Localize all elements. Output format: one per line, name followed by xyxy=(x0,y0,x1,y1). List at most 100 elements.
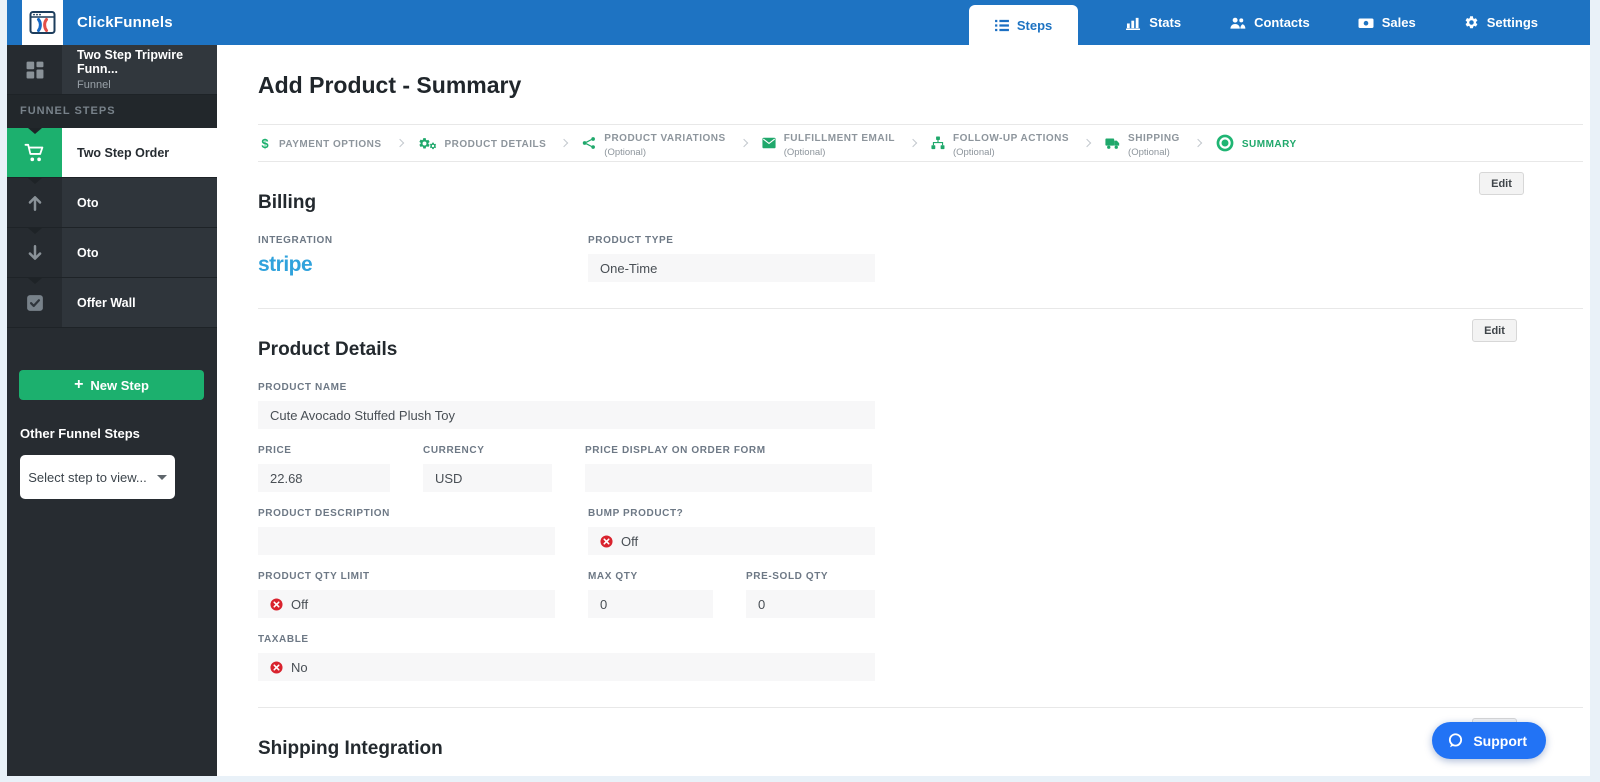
price-display-label: PRICE DISPLAY ON ORDER FORM xyxy=(585,445,766,456)
gears-icon xyxy=(418,137,437,150)
status-text: Off xyxy=(291,596,309,612)
sidebar-step-oto-1[interactable]: Oto xyxy=(7,178,217,228)
wizard-step-label: FULFILLMENT EMAIL xyxy=(783,133,895,144)
description-label: PRODUCT DESCRIPTION xyxy=(258,508,390,519)
share-nodes-icon xyxy=(583,137,596,149)
app-window: ClickFunnels Steps Stats Contacts Sales … xyxy=(7,0,1590,776)
support-button[interactable]: Support xyxy=(1432,722,1546,759)
clickfunnels-logo[interactable] xyxy=(22,0,63,45)
tab-steps[interactable]: Steps xyxy=(968,5,1079,45)
envelope-icon xyxy=(762,137,776,149)
wizard-step-label: PRODUCT VARIATIONS xyxy=(604,133,726,144)
wizard-step-shipping[interactable]: SHIPPING (Optional) xyxy=(1105,128,1180,158)
bump-product-value: Off xyxy=(588,527,875,555)
max-qty-group: MAX QTY 0 xyxy=(588,571,713,618)
sidebar-step-oto-2[interactable]: Oto xyxy=(7,228,217,278)
wizard-step-label: FOLLOW-UP ACTIONS xyxy=(952,133,1070,144)
status-text: Off xyxy=(621,533,639,549)
wizard-step-label: PRODUCT DETAILS xyxy=(444,139,547,150)
wizard-step-label: SHIPPING xyxy=(1128,133,1180,144)
max-qty-label: MAX QTY xyxy=(588,571,638,582)
step-label: Oto xyxy=(62,228,217,277)
step-label: Two Step Order xyxy=(62,128,217,177)
grid-icon xyxy=(26,61,43,78)
bump-product-label: BUMP PRODUCT? xyxy=(588,508,684,519)
funnel-header[interactable]: Two Step Tripwire Funn... Funnel xyxy=(7,45,217,95)
description-value xyxy=(258,527,555,555)
wizard-step-fulfillment-email[interactable]: FULFILLMENT EMAIL (Optional) xyxy=(762,128,895,158)
tab-contacts[interactable]: Contacts xyxy=(1229,15,1310,30)
price-group: PRICE 22.68 xyxy=(258,445,390,492)
product-name-label: PRODUCT NAME xyxy=(258,382,347,393)
tab-label: Steps xyxy=(1016,17,1053,33)
plus-icon: + xyxy=(74,376,84,393)
currency-group: CURRENCY USD xyxy=(423,445,552,492)
wizard-step-optional: (Optional) xyxy=(952,147,995,158)
new-step-button[interactable]: + New Step xyxy=(19,370,204,400)
currency-label: CURRENCY xyxy=(423,445,485,456)
chevron-right-icon xyxy=(1082,138,1092,148)
sidebar-step-two-step-order[interactable]: Two Step Order xyxy=(7,128,217,178)
funnel-title: Two Step Tripwire Funn... xyxy=(77,48,184,76)
step-select-dropdown[interactable]: Select step to view... xyxy=(20,455,175,499)
gear-icon xyxy=(1465,16,1478,29)
clock-icon xyxy=(1216,134,1234,152)
max-qty-value: 0 xyxy=(588,590,713,618)
main-tabs: Steps Stats Contacts Sales Settings xyxy=(968,0,1538,45)
taxable-value: No xyxy=(258,653,875,681)
qty-limit-label: PRODUCT QTY LIMIT xyxy=(258,571,370,582)
shipping-heading: Shipping Integration xyxy=(258,738,443,759)
product-type-value: One-Time xyxy=(588,254,875,282)
taxable-label: TAXABLE xyxy=(258,634,309,645)
product-type-label: PRODUCT TYPE xyxy=(588,235,674,246)
presold-qty-group: PRE-SOLD QTY 0 xyxy=(746,571,875,618)
qty-limit-value: Off xyxy=(258,590,555,618)
shipping-integration-section: Edit Shipping Integration INTEGRATION S … xyxy=(258,707,1583,776)
circle-x-icon xyxy=(270,597,283,611)
wizard-step-payment-options[interactable]: $ PAYMENT OPTIONS xyxy=(259,134,382,152)
chat-bubble-icon xyxy=(1449,733,1463,748)
billing-section: Edit Billing INTEGRATION stripe PRODUCT … xyxy=(258,162,1590,308)
wizard-step-follow-up-actions[interactable]: FOLLOW-UP ACTIONS (Optional) xyxy=(931,128,1069,158)
description-group: PRODUCT DESCRIPTION xyxy=(258,508,555,555)
stripe-logo: stripe xyxy=(258,253,313,276)
sidebar-step-offer-wall[interactable]: Offer Wall xyxy=(7,278,217,328)
tab-sales[interactable]: Sales xyxy=(1358,15,1416,30)
wizard-step-summary[interactable]: SUMMARY xyxy=(1216,134,1297,152)
step-select-value: Select step to view... xyxy=(28,469,147,485)
funnel-header-icon-cell xyxy=(7,45,62,94)
wizard-step-product-variations[interactable]: PRODUCT VARIATIONS (Optional) xyxy=(582,128,725,158)
clickfunnels-logo-icon xyxy=(29,11,56,34)
chevron-right-icon xyxy=(1193,138,1203,148)
new-step-label: New Step xyxy=(90,377,149,393)
presold-qty-label: PRE-SOLD QTY xyxy=(746,571,829,582)
funnel-sidebar: Two Step Tripwire Funn... Funnel FUNNEL … xyxy=(7,45,217,776)
dollar-icon: $ xyxy=(261,135,269,151)
step-icon-cell xyxy=(7,178,62,227)
arrow-up-icon xyxy=(28,195,41,211)
wizard-step-optional: (Optional) xyxy=(604,147,646,158)
step-label: Offer Wall xyxy=(62,278,217,327)
chevron-right-icon xyxy=(395,138,404,148)
checkbox-icon xyxy=(26,294,43,311)
wizard-step-optional: (Optional) xyxy=(783,147,826,158)
product-name-group: PRODUCT NAME Cute Avocado Stuffed Plush … xyxy=(258,382,875,429)
product-details-section: Edit Product Details PRODUCT NAME Cute A… xyxy=(258,308,1583,707)
chevron-down-icon xyxy=(156,474,167,480)
wizard-step-product-details[interactable]: PRODUCT DETAILS xyxy=(418,134,547,152)
funnel-subtitle: Funnel xyxy=(77,79,111,91)
product-type-group: PRODUCT TYPE One-Time xyxy=(588,235,875,282)
funnel-steps-heading: FUNNEL STEPS xyxy=(7,95,217,128)
presold-qty-value: 0 xyxy=(746,590,875,618)
step-icon-cell xyxy=(7,228,62,277)
billing-edit-button[interactable]: Edit xyxy=(1479,172,1524,195)
wizard-step-label: SUMMARY xyxy=(1241,139,1297,150)
product-details-edit-button[interactable]: Edit xyxy=(1472,319,1517,342)
tab-settings[interactable]: Settings xyxy=(1464,15,1538,30)
tab-stats[interactable]: Stats xyxy=(1126,15,1181,30)
funnel-header-text: Two Step Tripwire Funn... Funnel xyxy=(62,45,217,94)
arrow-down-icon xyxy=(28,244,41,260)
price-label: PRICE xyxy=(258,445,292,456)
brand-title[interactable]: ClickFunnels xyxy=(77,14,173,31)
chart-icon xyxy=(1126,17,1141,30)
